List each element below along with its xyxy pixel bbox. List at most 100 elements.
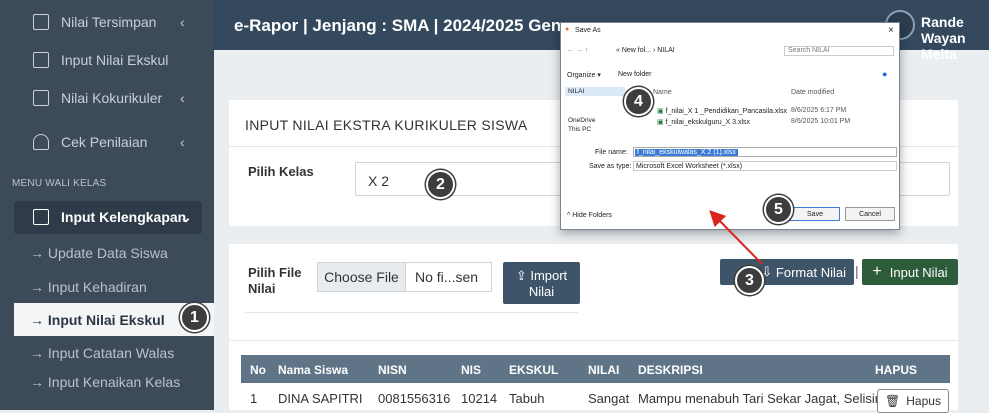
- sidebar-item-cek-penilaian[interactable]: Cek Penilaian ‹: [0, 126, 214, 158]
- sidebar-item-nilai-tersimpan[interactable]: Nilai Tersimpan ‹: [0, 6, 214, 38]
- file-item[interactable]: ▣ f_nilai_ekskulguru_X 3.xlsx: [657, 118, 750, 126]
- save-button[interactable]: Save: [790, 207, 840, 221]
- cell-nama: DINA SAPITRI: [278, 391, 363, 406]
- add-box-icon: [33, 52, 49, 68]
- close-icon[interactable]: ×: [888, 25, 894, 36]
- hide-folders-label: Hide Folders: [572, 212, 612, 219]
- hapus-label: Hapus: [906, 394, 941, 408]
- sidebar-subitem-label: Update Data Siswa: [47, 245, 168, 261]
- class-label: Pilih Kelas: [248, 164, 314, 179]
- sidebar-item-label: Nilai Kokurikuler: [61, 90, 163, 106]
- sidebar-item-input-nilai-ekskul[interactable]: Input Nilai Ekskul: [0, 44, 214, 76]
- excel-file-icon: ▣: [657, 119, 666, 126]
- dialog-title: Save As: [575, 27, 601, 34]
- hapus-button[interactable]: 🗑 Hapus: [877, 389, 949, 413]
- step-badge-4: 4: [624, 87, 653, 116]
- class-select-value: X 2: [368, 173, 390, 189]
- file-name-value: f_nilai_ekskulwalas_X 2 (1).xlsx: [635, 149, 738, 156]
- input-nilai-button[interactable]: + Input Nilai: [862, 259, 958, 285]
- plus-icon: +: [872, 263, 882, 280]
- hide-folders-toggle[interactable]: ^ Hide Folders: [567, 212, 612, 219]
- col-nama: Nama Siswa: [278, 363, 349, 377]
- import-label: Import Nilai: [528, 268, 568, 299]
- dialog-titlebar: ● Save As ×: [561, 23, 899, 39]
- checkbox-icon: [33, 90, 49, 106]
- cell-nilai: Sangat: [588, 391, 630, 406]
- nav-item[interactable]: This PC: [565, 125, 625, 134]
- col-deskripsi: DESKRIPSI: [638, 363, 703, 377]
- sidebar-subitem-label: Input Kenaikan Kelas: [47, 374, 181, 390]
- chevron-left-icon: ‹: [180, 90, 185, 106]
- sidebar-subitem-update-data-siswa[interactable]: → Update Data Siswa: [30, 245, 168, 261]
- file-input[interactable]: Choose File No fi...sen: [317, 262, 492, 292]
- sidebar-subitem-input-kehadiran[interactable]: → Input Kehadiran: [30, 279, 147, 295]
- excel-file-icon: ▣: [657, 108, 666, 115]
- file-name-label: File name:: [595, 149, 628, 156]
- sidebar: Nilai Tersimpan ‹ Input Nilai Ekskul Nil…: [0, 0, 214, 410]
- new-folder-button[interactable]: New folder: [618, 71, 651, 78]
- organize-button[interactable]: Organize ▾: [567, 71, 601, 79]
- search-field[interactable]: Search NILAI: [784, 46, 894, 56]
- cancel-button[interactable]: Cancel: [845, 207, 895, 221]
- file-item-name: f_nilai_X 1 _Pendidikan_Pancasila.xlsx: [665, 108, 787, 115]
- checkbox-icon: [33, 209, 49, 225]
- cell-nisn: 0081556316: [378, 391, 451, 406]
- save-type-label: Save as type:: [589, 163, 632, 170]
- step-badge-1: 1: [180, 303, 209, 332]
- graduation-cap-icon: [33, 134, 49, 150]
- file-item[interactable]: ▣ f_nilai_X 1 _Pendidikan_Pancasila.xlsx: [657, 107, 787, 115]
- choose-file-button[interactable]: Choose File: [318, 263, 406, 291]
- cell-no: 1: [250, 391, 258, 406]
- nav-arrows-icon[interactable]: ← → ↑: [567, 47, 588, 54]
- sidebar-group-label: Input Kelengkapan: [61, 209, 187, 225]
- col-date-header[interactable]: Date modified: [791, 89, 834, 96]
- sidebar-subitem-input-catatan-walas[interactable]: → Input Catatan Walas: [30, 345, 174, 361]
- file-name-field[interactable]: f_nilai_ekskulwalas_X 2 (1).xlsx: [633, 147, 897, 157]
- nav-item[interactable]: OneDrive: [565, 116, 625, 125]
- file-item-date: 8/6/2025 6:17 PM: [791, 107, 847, 114]
- nav-item[interactable]: NILAI: [565, 87, 625, 96]
- divider: [229, 340, 958, 341]
- col-no: No: [250, 363, 266, 377]
- step-badge-2: 2: [426, 170, 455, 199]
- upload-icon: ⇪ Import Nilai: [515, 268, 568, 299]
- upload-card: Pilih File Nilai Choose File No fi...sen…: [229, 244, 958, 413]
- chevron-left-icon: ‹: [180, 14, 185, 30]
- divider: [245, 312, 578, 313]
- table-row: 1 DINA SAPITRI 0081556316 10214 Tabuh Sa…: [241, 383, 950, 413]
- col-nilai: NILAI: [588, 363, 620, 377]
- user-name[interactable]: Rande Wayan Meita: [921, 14, 989, 62]
- document-icon: [33, 14, 49, 30]
- col-name-header[interactable]: Name: [653, 89, 672, 96]
- sidebar-section-heading: MENU WALI KELAS: [12, 178, 107, 189]
- file-item-name: f_nilai_ekskulguru_X 3.xlsx: [665, 119, 750, 126]
- chevron-left-icon: ‹: [180, 134, 185, 150]
- path-bar[interactable]: « New fol... › NILAI: [616, 47, 675, 54]
- app-title: e-Rapor | Jenjang : SMA | 2024/2025 Gena: [234, 16, 571, 35]
- save-type-select[interactable]: Microsoft Excel Worksheet (*.xlsx): [633, 161, 897, 171]
- sidebar-item-label: Input Nilai Ekskul: [61, 52, 169, 68]
- format-label: Format Nilai: [775, 264, 846, 280]
- import-nilai-button[interactable]: ⇪ Import Nilai: [503, 262, 580, 304]
- step-badge-3: 3: [735, 266, 764, 295]
- sidebar-subitem-input-kenaikan-kelas[interactable]: → Input Kenaikan Kelas: [30, 374, 180, 390]
- step-badge-5: 5: [764, 195, 793, 224]
- nav-pane: NILAI OneDrive This PC: [565, 87, 625, 134]
- cell-nis: 10214: [461, 391, 498, 406]
- sidebar-subitem-label: Input Catatan Walas: [47, 345, 175, 361]
- file-name-text: No fi...sen: [415, 269, 479, 285]
- sidebar-item-nilai-kokurikuler[interactable]: Nilai Kokurikuler ‹: [0, 82, 214, 114]
- sidebar-subitem-label: Input Nilai Ekskul: [47, 311, 165, 328]
- sidebar-item-label: Cek Penilaian: [61, 134, 148, 150]
- sidebar-item-label: Nilai Tersimpan: [61, 14, 157, 30]
- cell-deskripsi: Mampu menabuh Tari Sekar Jagat, Selisir: [638, 391, 880, 406]
- sidebar-group-header[interactable]: Input Kelengkapan ⌄: [0, 201, 214, 233]
- file-item-date: 8/6/2025 10:01 PM: [791, 118, 851, 125]
- col-nisn: NISN: [378, 363, 407, 377]
- col-nis: NIS: [461, 363, 482, 377]
- input-label: Input Nilai: [889, 264, 948, 280]
- chrome-icon: ●: [565, 26, 570, 33]
- help-icon[interactable]: ●: [882, 69, 887, 79]
- page-title: INPUT NILAI EKSTRA KURIKULER SISWA: [245, 117, 528, 133]
- col-hapus: HAPUS: [875, 363, 918, 377]
